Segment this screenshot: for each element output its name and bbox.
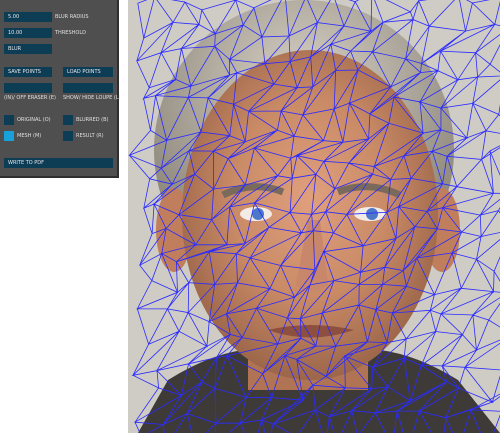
app-window: 5.00 BLUR RADIUS 10.00 THRESHOLD BLUR SA… [0,0,500,433]
mesh-image[interactable] [128,0,500,433]
threshold-label: THRESHOLD [55,30,86,36]
image-canvas[interactable] [128,0,500,433]
blurred-label: BLURRED (B) [76,117,109,123]
blur-button[interactable]: BLUR [4,44,52,54]
blur-radius-slider[interactable]: 5.00 [4,12,52,22]
threshold-value: 10.00 [8,30,23,36]
blur-radius-value: 5.00 [8,14,20,20]
left-iris [252,208,264,220]
original-label: ORIGINAL (O) [17,117,51,123]
blurred-toggle[interactable] [63,115,73,125]
write-pdf-button[interactable]: WRITE TO PDF [4,158,113,168]
threshold-slider[interactable]: 10.00 [4,28,52,38]
blur-radius-label: BLUR RADIUS [55,14,89,20]
eraser-label: (IN)/ OFF ERASER (E) [4,95,56,101]
right-iris [366,208,378,220]
loupe-toggle-button[interactable] [63,83,113,93]
loupe-label: SHOW/ HIDE LOUPE (L) [63,95,121,101]
eraser-toggle-button[interactable] [4,83,52,93]
control-panel: 5.00 BLUR RADIUS 10.00 THRESHOLD BLUR SA… [0,0,121,178]
result-toggle[interactable] [63,131,73,141]
original-toggle[interactable] [4,115,14,125]
mesh-toggle[interactable] [4,131,14,141]
empty-canvas-area [0,178,128,433]
mesh-label: MESH (M) [17,133,42,139]
save-points-button[interactable]: SAVE POINTS [4,67,52,77]
result-label: RESULT (R) [76,133,104,139]
load-points-button[interactable]: LOAD POINTS [63,67,113,77]
